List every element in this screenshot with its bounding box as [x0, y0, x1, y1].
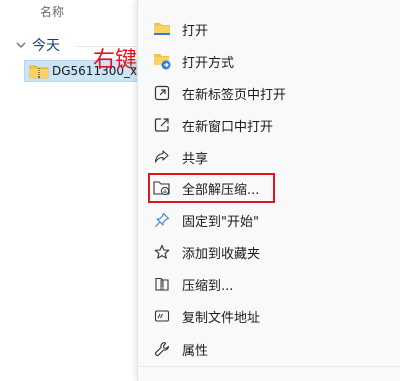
menu-item-label: 共享 [182, 151, 209, 167]
menu-item-open[interactable]: 打开 [138, 13, 400, 45]
menu-item-label: 在新标签页中打开 [182, 87, 287, 103]
menu-item-open-with[interactable]: 打开方式 [138, 45, 400, 77]
highlight-box [148, 173, 275, 203]
folder-icon [152, 19, 172, 39]
star-icon [152, 242, 172, 262]
pin-icon [152, 210, 172, 230]
new-tab-icon [152, 83, 172, 103]
screenshot-root: 名称 今天 DG5611300_x6 右键 打开 打开方式 在新标签页中打开 在… [0, 0, 400, 381]
menu-item-label: 属性 [182, 343, 209, 359]
menu-item-label: 打开 [182, 23, 209, 39]
chevron-down-icon [16, 42, 26, 48]
annotation-right-click: 右键 [93, 48, 138, 73]
menu-divider [138, 366, 400, 367]
menu-item-share[interactable]: 共享 [138, 141, 400, 173]
menu-item-label: 压缩到... [182, 278, 234, 294]
new-window-icon [152, 115, 172, 135]
menu-item-label: 添加到收藏夹 [182, 246, 261, 262]
menu-item-pin-start[interactable]: 固定到"开始" [138, 204, 400, 236]
compress-icon [152, 274, 172, 294]
copy-path-icon [152, 306, 172, 326]
column-header-name[interactable]: 名称 [40, 3, 64, 20]
menu-item-open-new-window[interactable]: 在新窗口中打开 [138, 109, 400, 141]
menu-item-label: 固定到"开始" [182, 214, 259, 230]
menu-item-compress-to[interactable]: 压缩到... [138, 268, 400, 300]
menu-item-properties[interactable]: 属性 [138, 333, 400, 365]
group-today[interactable]: 今天 [14, 35, 60, 55]
properties-icon [152, 339, 172, 359]
share-icon [152, 147, 172, 167]
menu-item-open-new-tab[interactable]: 在新标签页中打开 [138, 77, 400, 109]
menu-item-label: 复制文件地址 [182, 310, 261, 326]
menu-item-add-favorites[interactable]: 添加到收藏夹 [138, 236, 400, 268]
menu-item-label: 打开方式 [182, 55, 235, 71]
zip-folder-icon [29, 65, 49, 79]
group-label: 今天 [32, 38, 60, 54]
open-with-icon [152, 51, 172, 71]
menu-item-label: 在新窗口中打开 [182, 119, 274, 135]
menu-item-copy-path[interactable]: 复制文件地址 [138, 300, 400, 332]
